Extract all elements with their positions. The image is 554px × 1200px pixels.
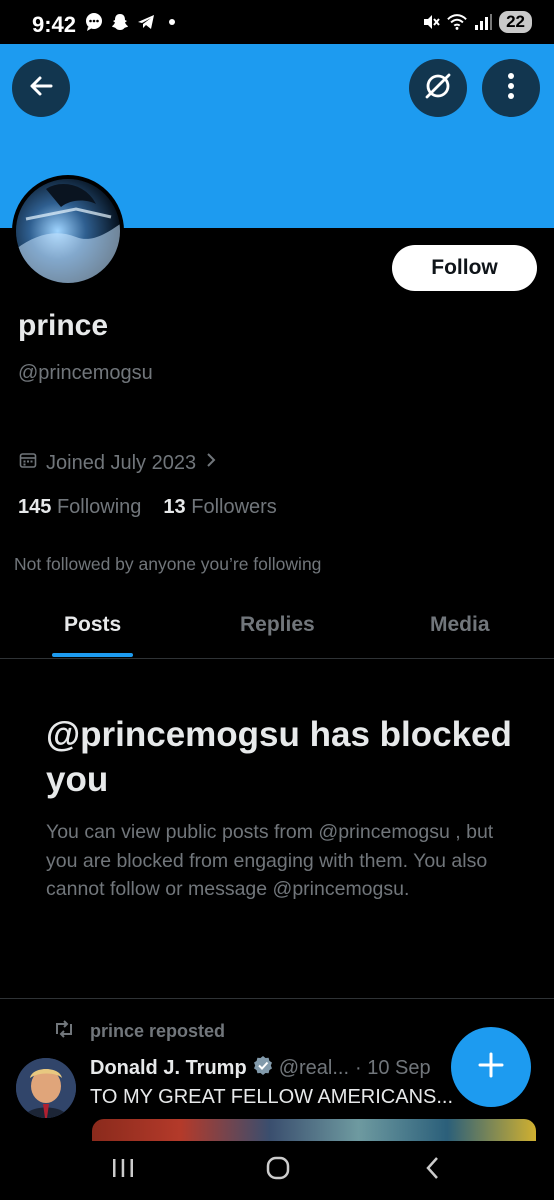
following-label: Following: [56, 496, 142, 518]
post-author-avatar[interactable]: [16, 1058, 76, 1118]
system-navigation-bar: [0, 1141, 554, 1200]
profile-avatar[interactable]: [12, 175, 124, 287]
active-tab-indicator: [52, 653, 133, 657]
more-vertical-icon: [506, 71, 516, 106]
recent-apps-button[interactable]: [103, 1153, 143, 1187]
profile-name: prince: [18, 309, 109, 342]
status-bar: 9:42 22: [0, 0, 554, 44]
notification-icons: [84, 12, 182, 32]
blocked-title: @princemogsu has blocked you: [46, 715, 512, 799]
grok-icon: [423, 71, 453, 106]
followers-label: Followers: [191, 496, 277, 518]
tab-replies[interactable]: Replies: [240, 613, 315, 637]
more-options-button[interactable]: [482, 59, 540, 117]
follow-button[interactable]: Follow: [392, 245, 537, 291]
wifi-icon: [447, 12, 467, 32]
home-icon: [265, 1155, 291, 1186]
chevron-left-icon: [423, 1155, 443, 1186]
calendar-icon: [18, 450, 38, 476]
compose-button[interactable]: [451, 1027, 531, 1107]
blocked-message: You can view public posts from @princemo…: [46, 821, 494, 900]
post-media-image[interactable]: [92, 1119, 536, 1141]
avatar-image: [16, 179, 120, 283]
recent-apps-icon: [110, 1156, 136, 1185]
system-icons: 22: [421, 11, 532, 33]
post-text[interactable]: TO MY GREAT FELLOW AMERICANS...: [90, 1086, 453, 1109]
status-time: 9:42: [32, 12, 77, 37]
followers-link[interactable]: 13 Followers: [163, 496, 276, 519]
following-count: 145: [18, 496, 52, 518]
battery-indicator: 22: [499, 11, 532, 33]
post-author-handle: @real...: [278, 1056, 350, 1079]
post-author-name[interactable]: Donald J. Trump: [90, 1057, 247, 1080]
home-button[interactable]: [258, 1153, 298, 1187]
dot-icon: [162, 12, 182, 32]
telegram-icon: [136, 12, 156, 32]
system-back-button[interactable]: [413, 1153, 453, 1187]
not-followed-note: Not followed by anyone you’re following: [14, 554, 322, 574]
repost-label: prince reposted: [90, 1021, 226, 1041]
tab-media[interactable]: Media: [430, 613, 490, 637]
repost-indicator: prince reposted: [52, 1019, 225, 1044]
plus-icon: [476, 1050, 506, 1085]
back-button[interactable]: [12, 59, 70, 117]
profile-handle: @princemogsu: [18, 362, 153, 384]
joined-date-row[interactable]: Joined July 2023: [18, 450, 218, 476]
chevron-right-icon: [204, 450, 218, 476]
tab-posts[interactable]: Posts: [64, 613, 121, 637]
arrow-left-icon: [27, 72, 55, 105]
author-avatar-image: [16, 1058, 76, 1118]
joined-date: Joined July 2023: [46, 451, 197, 474]
signal-icon: [473, 12, 493, 32]
follow-stats: 145 Following 13 Followers: [18, 496, 277, 519]
following-link[interactable]: 145 Following: [18, 496, 141, 519]
post-date: · 10 Sep: [355, 1056, 431, 1079]
verified-badge-icon: [253, 1055, 273, 1081]
divider: [0, 998, 554, 999]
repost-icon: [52, 1019, 76, 1044]
snapchat-ghost-icon: [110, 12, 130, 32]
mute-icon: [421, 12, 441, 32]
chat-bubble-icon: [84, 12, 104, 32]
followers-count: 13: [163, 496, 186, 518]
post-header: Donald J. Trump @real... · 10 Sep: [90, 1055, 431, 1081]
profile-tabs: Posts Replies Media: [0, 600, 554, 659]
grok-button[interactable]: [409, 59, 467, 117]
